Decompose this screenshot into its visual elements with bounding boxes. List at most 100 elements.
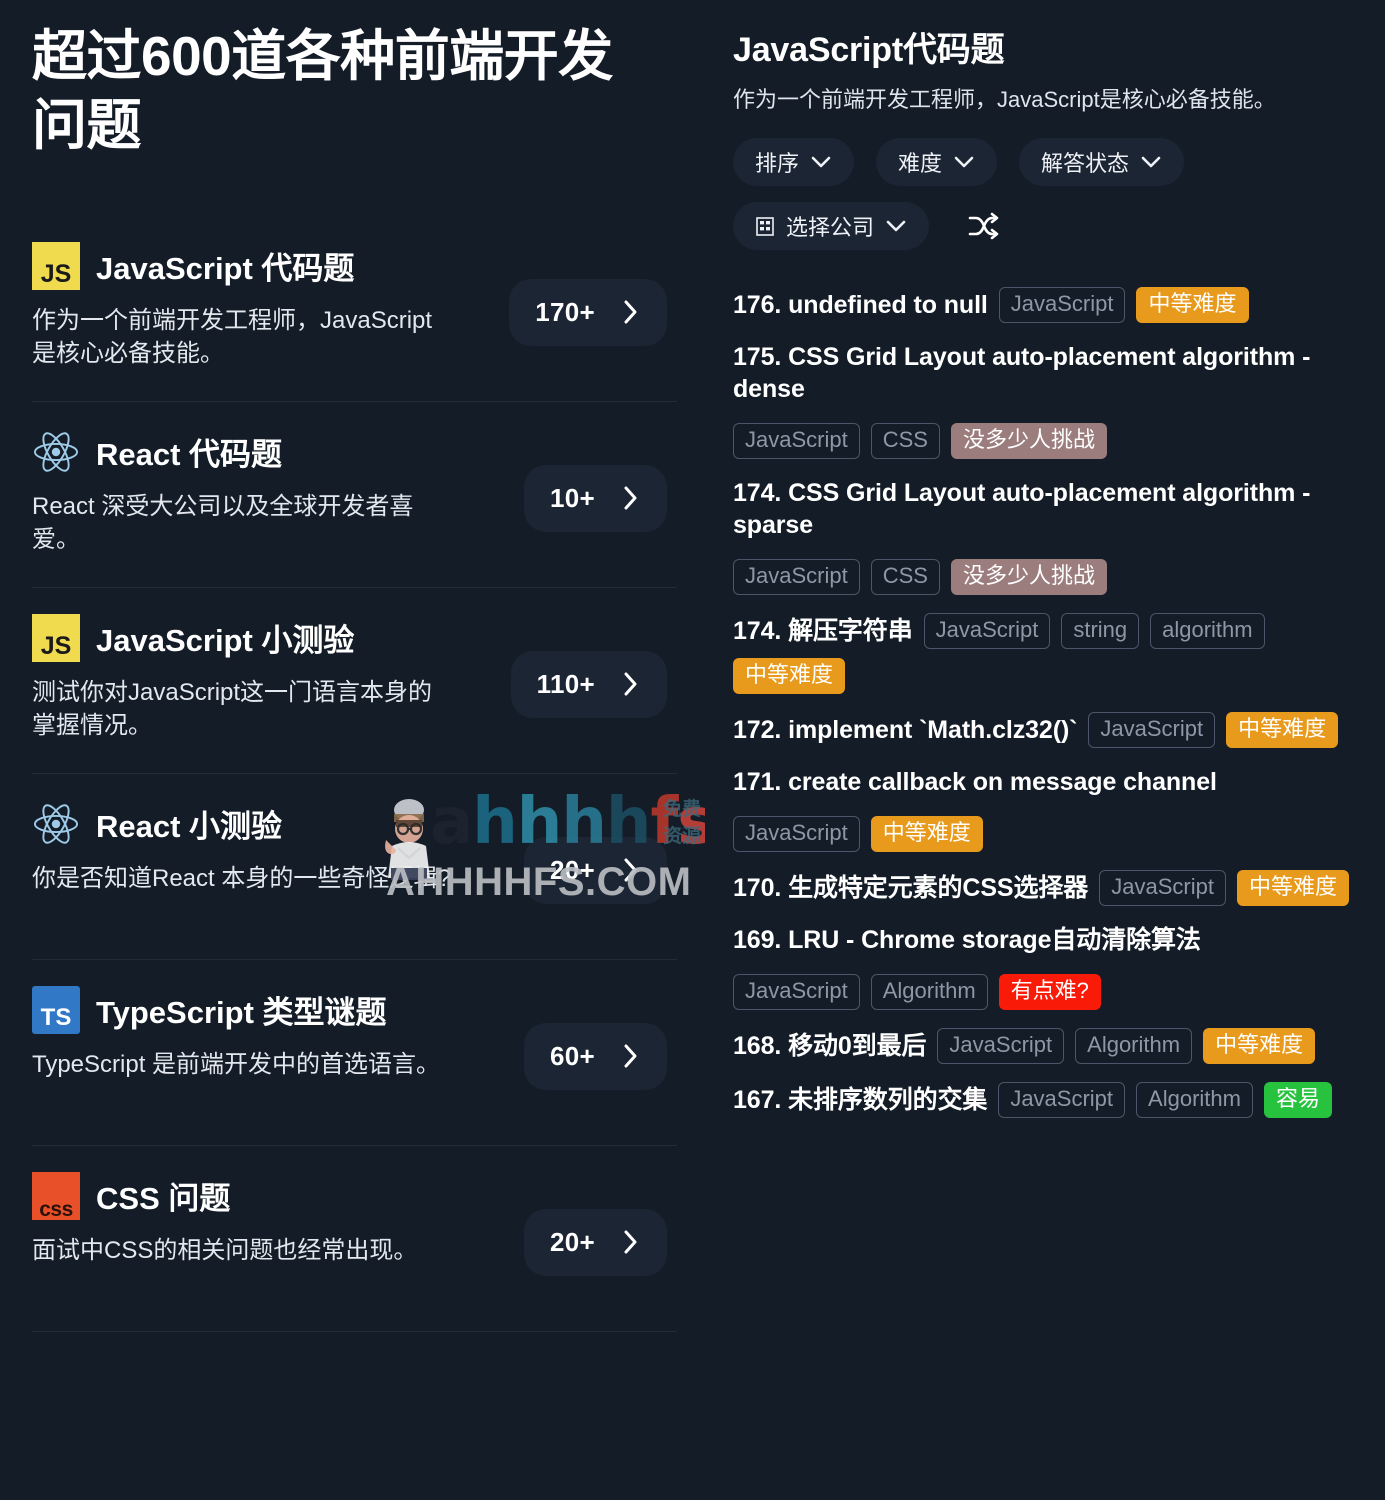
category-count-button[interactable]: 170+ <box>509 278 667 346</box>
category-text: JS JavaScript 小测验 测试你对JavaScript这一门语言本身的掌握… <box>32 613 511 742</box>
category-title: TypeScript 类型谜题 <box>96 995 387 1030</box>
difficulty-badge: 中等难度 <box>1226 711 1339 748</box>
category-card[interactable]: React 小测验你是否知道React 本身的一些奇怪逻辑? 20+ <box>32 774 677 960</box>
category-description: 你是否知道React 本身的一些奇怪逻辑? <box>32 864 451 892</box>
category-title: JavaScript 小测验 <box>96 623 355 658</box>
difficulty-badge: 没多少人挑战 <box>950 558 1107 595</box>
question-tag[interactable]: JavaScript <box>998 1081 1126 1118</box>
chevron-right-icon <box>624 858 637 882</box>
category-title: React 小测验 <box>96 809 283 844</box>
shuffle-icon <box>968 212 999 240</box>
category-card[interactable]: css CSS 问题 面试中CSS的相关问题也经常出现。 20+ <box>32 1146 677 1332</box>
ts-icon: TS <box>32 985 80 1034</box>
category-card[interactable]: JS JavaScript 代码题 作为一个前端开发工程师，JavaScript是核… <box>32 216 677 402</box>
chevron-right-icon <box>624 672 637 696</box>
question-tag[interactable]: Algorithm <box>1075 1027 1193 1064</box>
react-icon <box>32 428 80 476</box>
question-row[interactable]: 169. LRU - Chrome storage自动清除算法 JavaScrip… <box>733 921 1349 1013</box>
chevron-right-icon <box>624 1230 637 1254</box>
question-tag[interactable]: JavaScript <box>1099 869 1226 906</box>
question-row[interactable]: 172. implement `Math.clz32()` JavaScript 中… <box>733 709 1349 751</box>
category-card[interactable]: JS JavaScript 小测验 测试你对JavaScript这一门语言本身的掌握… <box>32 588 677 774</box>
category-count-button[interactable]: 60+ <box>523 1022 667 1090</box>
question-tag[interactable]: JavaScript <box>733 815 860 852</box>
panel-subtitle: 作为一个前端开发工程师，JavaScript是核心必备技能。 <box>733 87 1276 112</box>
react-logo-icon <box>33 431 79 472</box>
question-title: 174. 解压字符串 <box>733 616 913 645</box>
question-title: 170. 生成特定元素的CSS选择器 <box>733 873 1089 902</box>
question-tag[interactable]: JavaScript <box>733 422 860 459</box>
category-title: React 代码题 <box>96 437 283 472</box>
question-row[interactable]: 176. undefined to null JavaScript 中等难度 <box>733 284 1349 326</box>
filter-bar: 排序 难度 解答状态选择公司 <box>733 138 1293 251</box>
category-card[interactable]: TS TypeScript 类型谜题 TypeScript 是前端开发中的首选语言。… <box>32 960 677 1146</box>
categories-panel: 超过600道各种前端开发问题 JS JavaScript 代码题 作为一个前端开发工… <box>0 0 705 1500</box>
question-tag[interactable]: JavaScript <box>937 1027 1065 1064</box>
filter-3-button[interactable]: 解答状态 <box>1019 138 1185 187</box>
category-count: 170+ <box>535 296 595 327</box>
category-count: 10+ <box>549 482 595 513</box>
questions-panel: JavaScript代码题 作为一个前端开发工程师，JavaScript是核心必… <box>705 0 1385 1500</box>
question-tag[interactable]: algorithm <box>1150 612 1265 649</box>
filter-4-button[interactable]: 选择公司 <box>733 202 930 251</box>
category-header: JS JavaScript 代码题 <box>32 241 495 290</box>
question-tag[interactable]: JavaScript <box>733 558 860 595</box>
question-tag[interactable]: JavaScript <box>923 612 1051 649</box>
category-count: 20+ <box>549 854 595 885</box>
react-logo-icon <box>33 803 79 844</box>
question-row[interactable]: 175. CSS Grid Layout auto-placement algo… <box>733 338 1349 462</box>
page-root: 超过600道各种前端开发问题 JS JavaScript 代码题 作为一个前端开发工… <box>0 0 1385 1500</box>
category-count: 60+ <box>549 1040 595 1071</box>
category-count-button[interactable]: 10+ <box>523 464 667 532</box>
category-card[interactable]: React 代码题 React 深受大公司以及全球开发者喜爱。 10+ <box>32 402 677 588</box>
difficulty-badge: 没多少人挑战 <box>950 422 1107 459</box>
question-row[interactable]: 167. 未排序数列的交集 JavaScript Algorithm 容易 <box>733 1079 1349 1121</box>
chevron-down-icon <box>1141 156 1161 168</box>
filter-label: 排序 <box>755 151 800 177</box>
difficulty-badge: 有点难? <box>998 973 1101 1010</box>
question-tag[interactable]: string <box>1061 612 1140 649</box>
question-title: 168. 移动0到最后 <box>733 1031 927 1060</box>
question-title: 176. undefined to null <box>733 291 988 319</box>
difficulty-badge: 容易 <box>1263 1081 1332 1118</box>
filter-2-button[interactable]: 难度 <box>876 138 998 187</box>
category-header: css CSS 问题 <box>32 1171 510 1220</box>
category-list: JS JavaScript 代码题 作为一个前端开发工程师，JavaScript是核… <box>32 216 677 1332</box>
chevron-down-icon <box>811 156 831 168</box>
category-header: React 小测验 <box>32 800 510 848</box>
filter-1-button[interactable]: 排序 <box>733 138 855 187</box>
category-count-button[interactable]: 20+ <box>523 836 667 904</box>
category-text: css CSS 问题 面试中CSS的相关问题也经常出现。 <box>32 1171 524 1267</box>
question-row[interactable]: 168. 移动0到最后 JavaScript Algorithm 中等难度 <box>733 1025 1349 1067</box>
category-text: JS JavaScript 代码题 作为一个前端开发工程师，JavaScript是核… <box>32 241 509 370</box>
question-tag[interactable]: Algorithm <box>1136 1081 1253 1118</box>
question-tag[interactable]: JavaScript <box>998 287 1126 323</box>
category-count-button[interactable]: 20+ <box>523 1208 667 1276</box>
category-count-button[interactable]: 110+ <box>510 650 667 718</box>
question-tag[interactable]: CSS <box>870 422 940 459</box>
question-tag[interactable]: Algorithm <box>870 973 988 1010</box>
question-row[interactable]: 174. 解压字符串 JavaScript string algorithm 中等难度 <box>733 610 1349 697</box>
js-icon: JS <box>32 241 80 290</box>
category-description: TypeScript 是前端开发中的首选语言。 <box>32 1050 441 1078</box>
question-tag[interactable]: CSS <box>870 558 940 595</box>
category-title: JavaScript 代码题 <box>96 251 355 286</box>
question-row[interactable]: 171. create callback on message channel J… <box>733 763 1349 855</box>
shuffle-button[interactable] <box>951 202 1017 250</box>
question-row[interactable]: 174. CSS Grid Layout auto-placement algo… <box>733 474 1349 598</box>
difficulty-badge: 中等难度 <box>1236 869 1349 906</box>
filter-label: 选择公司 <box>786 215 875 241</box>
category-text: React 代码题 React 深受大公司以及全球开发者喜爱。 <box>32 428 524 556</box>
building-icon <box>756 216 774 236</box>
category-count: 110+ <box>536 668 595 699</box>
category-description: React 深受大公司以及全球开发者喜爱。 <box>32 492 414 553</box>
question-tag[interactable]: JavaScript <box>1088 711 1216 748</box>
difficulty-badge: 中等难度 <box>1136 287 1249 323</box>
question-row[interactable]: 170. 生成特定元素的CSS选择器 JavaScript 中等难度 <box>733 867 1349 909</box>
question-title: 172. implement `Math.clz32()` <box>733 715 1078 744</box>
category-description: 测试你对JavaScript这一门语言本身的掌握情况。 <box>32 678 433 739</box>
filter-label: 解答状态 <box>1041 151 1130 177</box>
question-title: 171. create callback on message channel <box>733 767 1217 796</box>
chevron-right-icon <box>624 300 637 324</box>
question-tag[interactable]: JavaScript <box>733 973 860 1010</box>
